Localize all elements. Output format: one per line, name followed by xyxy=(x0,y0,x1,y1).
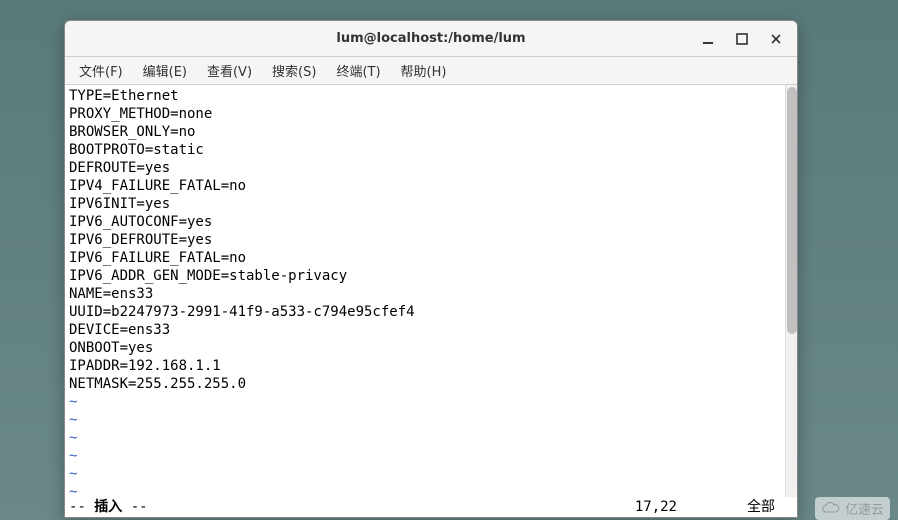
minimize-button[interactable] xyxy=(691,24,725,54)
close-icon xyxy=(770,33,782,45)
watermark: 亿速云 xyxy=(815,497,890,520)
vim-status-line: -- 插入 -- 17,22 全部 xyxy=(65,497,797,517)
vim-mode: -- 插入 -- xyxy=(69,497,148,517)
close-button[interactable] xyxy=(759,24,793,54)
maximize-button[interactable] xyxy=(725,24,759,54)
maximize-icon xyxy=(736,33,748,45)
scroll-percent: 全部 xyxy=(747,497,775,517)
terminal-window: lum@localhost:/home/lum 文件(F) 编辑(E) 查看(V… xyxy=(64,20,798,518)
cursor-position: 17,22 xyxy=(635,497,677,517)
menubar: 文件(F) 编辑(E) 查看(V) 搜索(S) 终端(T) 帮助(H) xyxy=(65,57,797,85)
scrollbar[interactable] xyxy=(785,85,797,497)
cloud-icon xyxy=(821,502,841,516)
menu-search[interactable]: 搜索(S) xyxy=(262,57,326,84)
menu-terminal[interactable]: 终端(T) xyxy=(326,57,390,84)
menu-edit[interactable]: 编辑(E) xyxy=(133,57,197,84)
menu-view[interactable]: 查看(V) xyxy=(197,57,262,84)
menu-help[interactable]: 帮助(H) xyxy=(391,57,457,84)
window-controls xyxy=(691,21,793,57)
editor-content[interactable]: TYPE=Ethernet PROXY_METHOD=none BROWSER_… xyxy=(65,85,797,497)
menu-file[interactable]: 文件(F) xyxy=(69,57,133,84)
watermark-text: 亿速云 xyxy=(845,499,884,518)
minimize-icon xyxy=(702,33,714,45)
window-title: lum@localhost:/home/lum xyxy=(65,31,797,46)
scrollbar-thumb[interactable] xyxy=(787,87,797,334)
terminal-area[interactable]: TYPE=Ethernet PROXY_METHOD=none BROWSER_… xyxy=(65,85,797,517)
titlebar: lum@localhost:/home/lum xyxy=(65,21,797,57)
